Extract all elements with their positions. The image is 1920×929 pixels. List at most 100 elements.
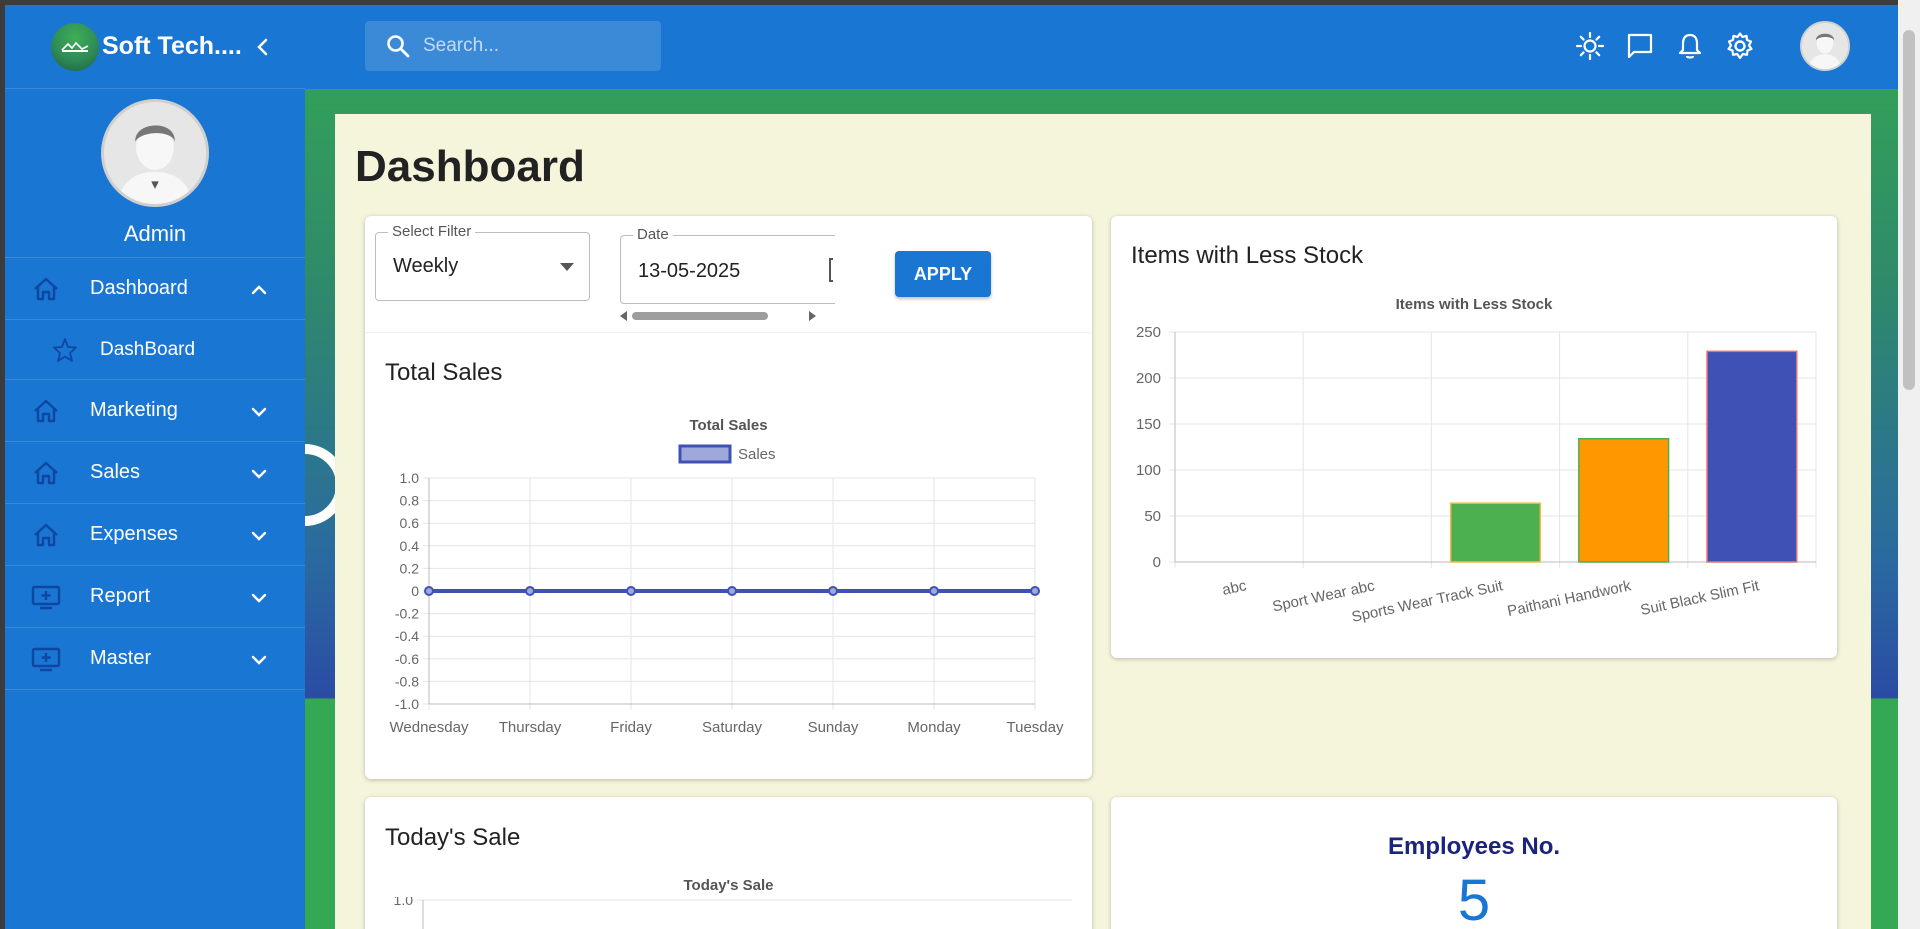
date-value: 13-05-2025 [638, 260, 741, 282]
y-tick-label: 0 [1153, 554, 1161, 571]
sidebar-item-marketing[interactable]: Marketing [5, 380, 305, 442]
sales-data-point [424, 586, 434, 596]
chevron-down-icon [251, 655, 267, 665]
sidebar-item-label: Master [90, 647, 152, 669]
stock-bar [1706, 350, 1798, 563]
sidebar-nav: Dashboard DashBoard Marketing Sales Expe… [5, 257, 305, 690]
employees-title: Employees No. [1387, 833, 1561, 860]
sales-data-point [1030, 586, 1040, 596]
x-tick-label: Friday [610, 719, 652, 736]
y-tick-label: -0.6 [395, 651, 419, 667]
sales-data-point [626, 586, 636, 596]
avatar[interactable] [1800, 21, 1850, 71]
chat-icon[interactable] [1625, 31, 1655, 61]
stock-bar [1578, 437, 1670, 563]
calendar-icon[interactable] [829, 258, 833, 282]
sidebar-item-label: Marketing [90, 399, 178, 421]
main-content: Dashboard Select Filter Weekly Date 13-0… [335, 114, 1871, 929]
x-tick-label: Tuesday [1007, 719, 1064, 736]
brand: Soft Tech.... [5, 5, 305, 89]
sidebar-item-expenses[interactable]: Expenses [5, 504, 305, 566]
sidebar-subitem-dashboard[interactable]: DashBoard [5, 320, 305, 380]
gear-icon[interactable] [1725, 31, 1755, 61]
total-sales-title: Total Sales [385, 359, 503, 386]
less-stock-chart-title: Items with Less Stock [1395, 296, 1553, 313]
chevron-down-icon [251, 531, 267, 541]
less-stock-card: Items with Less Stock Items with Less St… [1111, 216, 1837, 658]
scrollbar-thumb[interactable] [1903, 30, 1915, 390]
y-tick-label: -0.8 [395, 673, 419, 689]
app-window: Soft Tech.... Admin Dashboard DashBoard … [5, 5, 1898, 929]
brightness-icon[interactable] [1575, 31, 1605, 61]
star-icon [53, 338, 77, 362]
y-tick-label: 0.4 [400, 538, 420, 554]
x-tick-label: Thursday [499, 719, 562, 736]
search-icon [387, 35, 410, 58]
sidebar-item-label: Sales [90, 461, 141, 483]
employees-card: Employees No. 5 [1111, 797, 1837, 929]
chevron-down-icon [251, 407, 267, 417]
home-icon [34, 277, 58, 301]
sidebar-subitem-label: DashBoard [100, 339, 196, 360]
bell-icon[interactable] [1675, 31, 1705, 61]
chevron-down-icon [251, 469, 267, 479]
sales-data-point [828, 586, 838, 596]
y-tick-label: 0.8 [400, 493, 420, 509]
y-tick-label: 1.0 [400, 470, 420, 486]
profile-avatar[interactable] [101, 99, 209, 207]
sidebar-item-master[interactable]: Master [5, 628, 305, 690]
y-tick-label: 0 [411, 583, 419, 599]
y-tick-label: 0.6 [400, 515, 420, 531]
profile: Admin [5, 89, 305, 247]
search-input[interactable] [423, 35, 643, 57]
vertical-scrollbar[interactable] [1898, 0, 1920, 929]
x-tick-label: Suit Black Slim Fit [1639, 577, 1762, 619]
y-tick-label: 100 [1136, 462, 1161, 479]
top-bar [305, 5, 1898, 89]
todays-sale-chart: 1.0 [394, 897, 1072, 929]
y-tick-label: -1.0 [395, 696, 419, 712]
page-title: Dashboard [355, 142, 585, 191]
sidebar-item-label: Report [90, 585, 151, 607]
sidebar-item-report[interactable]: Report [5, 566, 305, 628]
filter-bar: Select Filter Weekly Date 13-05-2025 APP… [365, 216, 1092, 333]
home-icon [34, 523, 58, 547]
home-icon [34, 461, 58, 485]
apply-button[interactable]: APPLY [895, 251, 991, 297]
brand-name: Soft Tech.... [102, 32, 242, 60]
collapse-sidebar-icon[interactable] [253, 35, 273, 59]
x-tick-label: Wednesday [390, 719, 469, 736]
date-field[interactable]: Date 13-05-2025 [620, 226, 835, 304]
legend-label: Sales [738, 446, 776, 463]
sidebar-item-label: Expenses [90, 523, 178, 545]
less-stock-title: Items with Less Stock [1131, 242, 1364, 269]
y-tick-label: -0.4 [395, 628, 419, 644]
select-filter[interactable]: Select Filter Weekly [375, 223, 590, 301]
sales-data-point [929, 586, 939, 596]
todays-sale-chart-title: Today's Sale [683, 877, 774, 894]
todays-sale-title: Today's Sale [385, 824, 521, 851]
brand-logo [51, 22, 99, 71]
sidebar: Soft Tech.... Admin Dashboard DashBoard … [5, 5, 305, 929]
y-tick-label: 150 [1136, 416, 1161, 433]
x-tick-label: Saturday [702, 719, 763, 736]
y-tick-label: 0.2 [400, 560, 420, 576]
sidebar-item-sales[interactable]: Sales [5, 442, 305, 504]
add-to-queue-icon [31, 647, 61, 672]
dropdown-arrow-icon [560, 263, 574, 271]
stock-bar [1449, 502, 1542, 563]
sidebar-item-label: Dashboard [90, 277, 188, 299]
sidebar-item-dashboard[interactable]: Dashboard [5, 258, 305, 320]
total-sales-card: Select Filter Weekly Date 13-05-2025 APP… [365, 216, 1092, 779]
chevron-down-icon [251, 593, 267, 603]
total-sales-chart-title: Total Sales [689, 417, 768, 434]
y-tick-label: 250 [1136, 324, 1161, 341]
horizontal-scrollbar[interactable] [618, 309, 818, 323]
legend-swatch [678, 444, 732, 464]
employees-count: 5 [1457, 868, 1491, 929]
home-icon [34, 399, 58, 423]
y-tick-label: -0.2 [395, 606, 419, 622]
profile-name: Admin [123, 221, 187, 246]
select-filter-label: Select Filter [388, 223, 476, 240]
less-stock-chart: 250200150100500abc Sport Wear abcSports W… [1136, 324, 1817, 626]
